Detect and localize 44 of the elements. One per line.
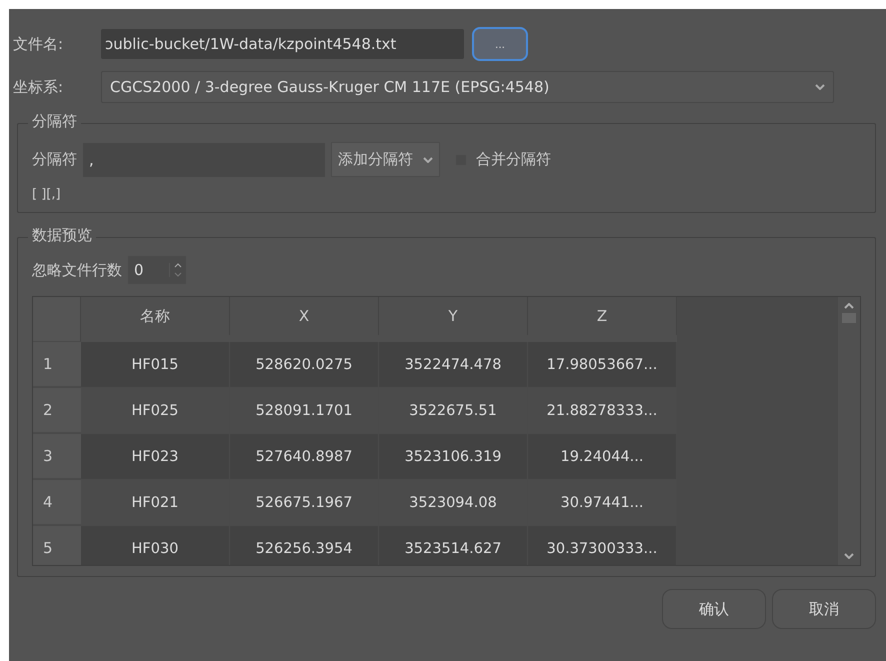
table-cell: 17.98053667...	[528, 342, 677, 388]
crs-dropdown[interactable]: CGCS2000 / 3-degree Gauss-Kruger CM 117E (EPSG:4548)	[101, 71, 834, 103]
browse-button[interactable]: ...	[472, 27, 528, 61]
table-cell: 526256.3954	[230, 526, 379, 565]
chevron-down-icon[interactable]	[174, 272, 182, 277]
column-header[interactable]: X	[230, 297, 379, 335]
group-title: 分隔符	[28, 112, 81, 131]
row-number: 5	[33, 526, 81, 565]
confirm-button[interactable]: 确认	[662, 589, 766, 629]
table-cell: HF023	[81, 434, 230, 480]
separator-label: 分隔符	[32, 150, 77, 169]
table-cell: 30.37300333...	[528, 526, 677, 565]
skip-lines-spinbox[interactable]: 0	[128, 256, 186, 284]
row-number: 3	[33, 434, 81, 479]
row-number: 1	[33, 342, 81, 387]
table-cell: 19.24044...	[528, 434, 677, 480]
table-cell: HF015	[81, 342, 230, 388]
group-title: 数据预览	[28, 226, 96, 245]
column-header[interactable]: 名称	[81, 297, 230, 335]
table-cell: 3523514.627	[379, 526, 528, 565]
crs-label: 坐标系:	[13, 78, 64, 96]
table-cell: 528620.0275	[230, 342, 379, 388]
add-separator-dropdown[interactable]: 添加分隔符	[331, 142, 440, 177]
skip-lines-label: 忽略文件行数	[32, 260, 122, 280]
merge-label: 合并分隔符	[476, 150, 551, 169]
cancel-button[interactable]: 取消	[772, 589, 876, 629]
table-cell: 527640.8987	[230, 434, 379, 480]
table-cell: HF030	[81, 526, 230, 565]
file-label: 文件名:	[13, 34, 64, 54]
separator-preview: [ ][,]	[32, 187, 62, 202]
chevron-down-icon[interactable]	[844, 553, 854, 559]
chevron-down-icon	[423, 156, 433, 162]
chevron-down-icon	[815, 84, 825, 90]
column-header[interactable]: Z	[528, 297, 677, 335]
row-number: 2	[33, 388, 81, 433]
separator-field[interactable]: ,	[83, 142, 325, 176]
column-header[interactable]: Y	[379, 297, 528, 335]
row-number: 4	[33, 480, 81, 525]
file-path-field[interactable]: ɔublic-bucket/1W-data/kzpoint4548.txt	[101, 29, 464, 59]
chevron-up-icon[interactable]	[174, 263, 182, 268]
table-cell: 3522474.478	[379, 342, 528, 388]
chevron-up-icon[interactable]	[844, 303, 854, 309]
scrollbar[interactable]	[838, 297, 860, 565]
table-cell: 3523106.319	[379, 434, 528, 480]
